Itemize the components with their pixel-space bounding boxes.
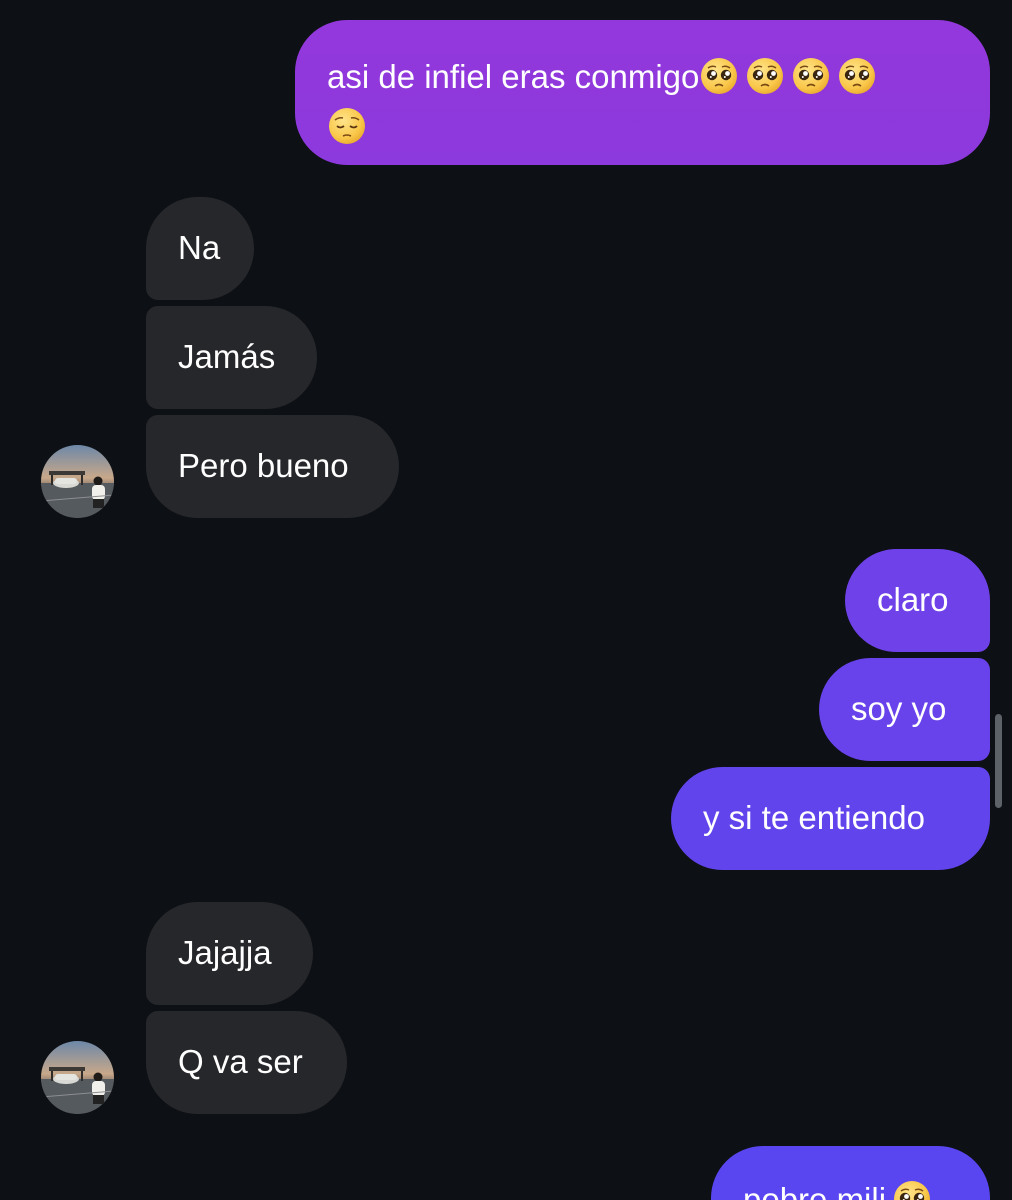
message-outgoing[interactable]: asi de infiel eras conmigo [295,20,990,165]
chat-screen: asi de infiel eras conmigo Na Jamás Pero… [0,0,1012,1200]
message-text: Q va ser [178,1043,303,1080]
message-text: Jajajja [178,934,272,971]
message-incoming[interactable]: Jamás [146,306,317,409]
message-text: y si te entiendo [703,799,925,836]
pleading-face-icon [791,56,831,96]
message-text: claro [877,581,949,618]
avatar-photo-icon [41,1041,114,1114]
pleading-face-icon [699,56,739,96]
message-text: Na [178,229,221,266]
message-outgoing[interactable]: pobre mili [711,1146,990,1200]
pleading-face-icon [745,56,785,96]
message-incoming[interactable]: Pero bueno [146,415,399,518]
message-text: pobre mili [743,1181,887,1200]
avatar-photo-icon [41,445,114,518]
message-text: Jamás [178,338,276,375]
scrollbar-thumb[interactable] [995,714,1002,808]
message-text: asi de infiel eras conmigo [327,58,700,95]
message-outgoing[interactable]: soy yo [819,658,990,761]
message-incoming[interactable]: Jajajja [146,902,313,1005]
contact-avatar[interactable] [41,445,114,518]
message-text: Pero bueno [178,447,349,484]
message-outgoing[interactable]: claro [845,549,990,652]
pleading-face-icon [837,56,877,96]
message-incoming[interactable]: Q va ser [146,1011,347,1114]
message-outgoing[interactable]: y si te entiendo [671,767,990,870]
contact-avatar[interactable] [41,1041,114,1114]
pensive-face-icon [327,106,367,146]
message-text: soy yo [851,690,947,727]
pleading-face-icon [892,1179,932,1200]
message-incoming[interactable]: Na [146,197,254,300]
